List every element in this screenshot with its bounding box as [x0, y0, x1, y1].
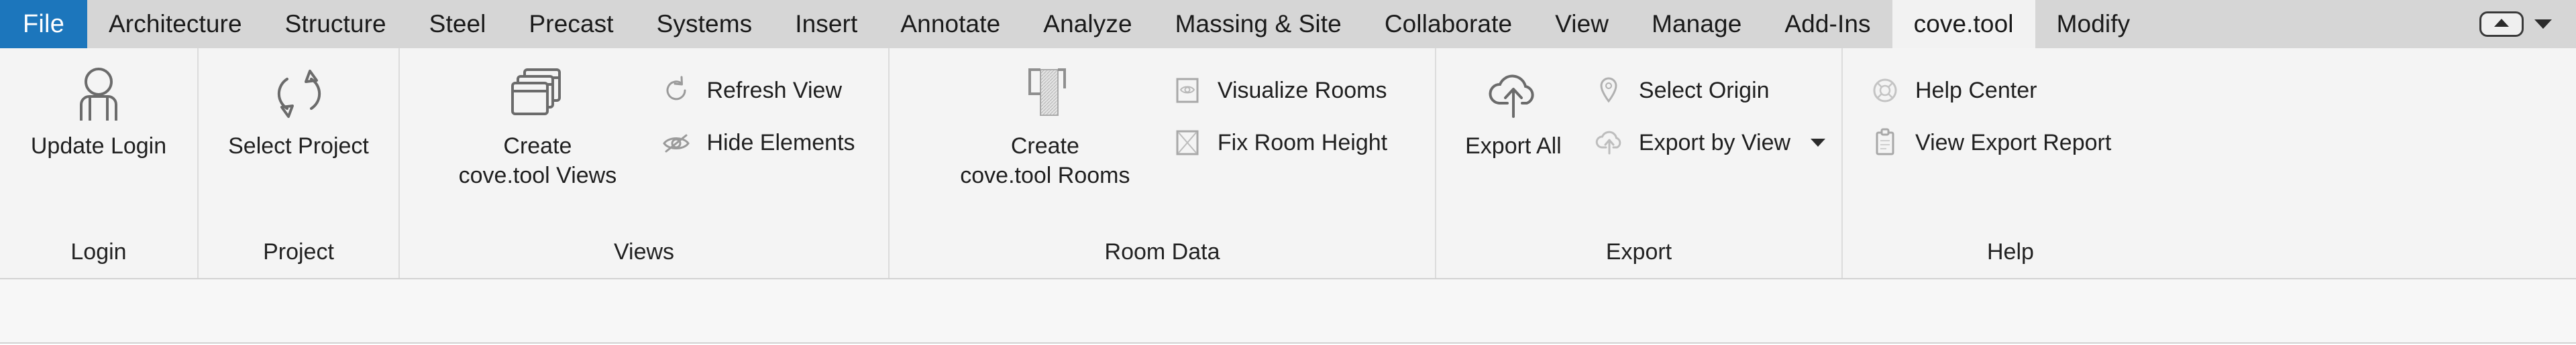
tab-cove-tool[interactable]: cove.tool [1892, 0, 2035, 48]
ribbon-panel-help: Help Center View Export Report Help [1843, 48, 2576, 278]
triangle-up-icon [2491, 16, 2512, 33]
panel-body-help: Help Center View Export Report [1843, 48, 2576, 236]
create-cove-tool-views-label: Create cove.tool Views [458, 133, 617, 188]
life-ring-help-icon [1867, 72, 1903, 109]
panel-body-project: Select Project [199, 48, 398, 236]
ribbon-panel-project: Select Project Project [199, 48, 400, 278]
tab-file[interactable]: File [0, 0, 88, 48]
select-project-label: Select Project [228, 133, 369, 159]
tab-analyze[interactable]: Analyze [1022, 0, 1153, 48]
tab-annotate[interactable]: Annotate [879, 0, 1022, 48]
tab-precast[interactable]: Precast [508, 0, 635, 48]
ribbon-panel-views: Create cove.tool Views Refresh View Hide… [400, 48, 890, 278]
minimize-ribbon-button[interactable] [2479, 11, 2524, 37]
tab-add-ins[interactable]: Add-Ins [1763, 0, 1892, 48]
tab-view[interactable]: View [1534, 0, 1630, 48]
update-login-label: Update Login [30, 133, 167, 159]
hide-elements-label: Hide Elements [706, 129, 855, 155]
fix-room-height-button[interactable]: Fix Room Height [1163, 122, 1397, 163]
panel-title-help: Help [1987, 239, 2034, 265]
room-data-small-button-column: Visualize Rooms Fix Room Height [1163, 58, 1397, 163]
tabbar-spacer [2151, 0, 2473, 48]
export-by-view-label: Export by View [1638, 129, 1791, 155]
view-export-report-button[interactable]: View Export Report [1860, 122, 2121, 163]
chevron-down-icon[interactable] [2534, 19, 2552, 29]
visualize-rooms-button[interactable]: Visualize Rooms [1163, 70, 1397, 111]
help-small-button-column: Help Center View Export Report [1860, 58, 2121, 163]
ribbon-tab-bar: File Architecture Structure Steel Precas… [0, 0, 2576, 48]
select-project-button[interactable]: Select Project [216, 58, 381, 161]
panel-title-export: Export [1605, 239, 1672, 265]
export-by-view-dropdown-icon[interactable] [1811, 139, 1826, 147]
export-by-view-button[interactable]: Export by View [1584, 122, 1835, 163]
cloud-upload-icon [1485, 62, 1542, 126]
eye-in-box-icon [1169, 72, 1205, 109]
tab-systems[interactable]: Systems [635, 0, 774, 48]
create-cove-tool-views-button[interactable]: Create cove.tool Views [423, 58, 651, 190]
panel-body-login: Update Login [0, 48, 197, 236]
ribbon-display-controls [2473, 0, 2576, 48]
tab-modify[interactable]: Modify [2035, 0, 2152, 48]
refresh-view-button[interactable]: Refresh View [651, 70, 864, 111]
view-export-report-label: View Export Report [1915, 129, 2112, 155]
tab-collaborate[interactable]: Collaborate [1363, 0, 1534, 48]
hide-elements-button[interactable]: Hide Elements [651, 122, 864, 163]
tab-structure[interactable]: Structure [264, 0, 408, 48]
create-cove-tool-rooms-label: Create cove.tool Rooms [960, 133, 1130, 188]
clipboard-report-icon [1867, 125, 1903, 161]
tab-architecture[interactable]: Architecture [87, 0, 264, 48]
tab-manage[interactable]: Manage [1630, 0, 1763, 48]
ribbon-panel-export: Export All Select Origin Export by View … [1436, 48, 1843, 278]
export-all-button[interactable]: Export All [1443, 58, 1584, 161]
panel-title-room-data: Room Data [1104, 239, 1220, 265]
ribbon: Update Login Login Select Project Projec… [0, 48, 2576, 279]
refresh-sync-arrows-icon [270, 62, 327, 126]
fix-room-height-label: Fix Room Height [1217, 129, 1388, 155]
views-small-button-column: Refresh View Hide Elements [651, 58, 864, 163]
panel-title-login: Login [70, 239, 127, 265]
help-center-button[interactable]: Help Center [1860, 70, 2121, 111]
x-in-box-icon [1169, 125, 1205, 161]
panel-title-views: Views [613, 239, 675, 265]
eye-slash-hidden-icon [658, 125, 694, 161]
tab-massing-and-site[interactable]: Massing & Site [1154, 0, 1363, 48]
panel-body-views: Create cove.tool Views Refresh View Hide… [400, 48, 888, 236]
ribbon-panel-login: Update Login Login [0, 48, 199, 278]
cloud-upload-small-icon [1591, 125, 1627, 161]
refresh-view-label: Refresh View [706, 77, 843, 103]
export-all-label: Export All [1465, 133, 1562, 159]
update-login-button[interactable]: Update Login [19, 58, 178, 161]
tab-insert[interactable]: Insert [773, 0, 879, 48]
options-bar [0, 279, 2576, 344]
panel-body-room-data: Create cove.tool Rooms Visualize Rooms F… [890, 48, 1435, 236]
create-cove-tool-rooms-button[interactable]: Create cove.tool Rooms [928, 58, 1163, 190]
visualize-rooms-label: Visualize Rooms [1217, 77, 1387, 103]
user-person-icon [70, 62, 127, 126]
ribbon-panel-room-data: Create cove.tool Rooms Visualize Rooms F… [890, 48, 1436, 278]
map-pin-icon [1591, 72, 1627, 109]
refresh-circular-arrow-icon [658, 72, 694, 109]
export-small-button-column: Select Origin Export by View [1584, 58, 1835, 163]
stacked-windows-icon [508, 62, 566, 126]
panel-body-export: Export All Select Origin Export by View [1436, 48, 1841, 236]
panel-title-project: Project [263, 239, 334, 265]
tab-steel[interactable]: Steel [408, 0, 508, 48]
select-origin-label: Select Origin [1638, 77, 1770, 103]
help-center-label: Help Center [1915, 77, 2037, 103]
select-origin-button[interactable]: Select Origin [1584, 70, 1835, 111]
room-boundary-icon [1016, 62, 1074, 126]
